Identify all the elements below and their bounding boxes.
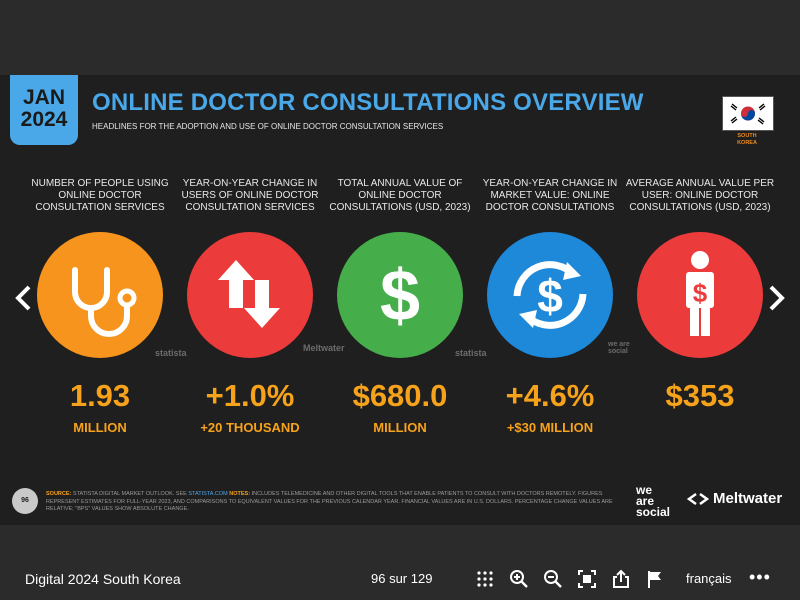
slide-title: ONLINE DOCTOR CONSULTATIONS OVERVIEW [92, 89, 644, 116]
statista-mark: statista [455, 348, 487, 358]
wearesocial-logo: we are social [636, 483, 671, 519]
share-icon[interactable] [611, 569, 631, 589]
metric-label-arpu: AVERAGE ANNUAL VALUE PER USER: ONLINE DO… [625, 178, 775, 213]
metric-label-users-change: YEAR-ON-YEAR CHANGE IN USERS OF ONLINE D… [181, 178, 319, 213]
document-title: Digital 2024 South Korea [25, 571, 181, 587]
metric-label-users: NUMBER OF PEOPLE USING ONLINE DOCTOR CON… [31, 178, 169, 213]
viewer-toolbar: Digital 2024 South Korea 96 sur 129 fran… [0, 558, 800, 600]
date-month: JAN [22, 86, 65, 109]
metric-sub: +20 THOUSAND [200, 420, 300, 435]
metric-sub: +$30 MILLION [506, 420, 594, 435]
page-indicator: 96 sur 129 [371, 571, 433, 586]
grid-icon[interactable] [475, 569, 495, 589]
up-down-arrows-icon [187, 232, 313, 358]
metric-value: +4.6% [505, 378, 595, 413]
language-selector[interactable]: français [686, 571, 732, 586]
dollar-exchange-icon: $ [487, 232, 613, 358]
page-number-badge: 96 [12, 488, 38, 514]
fullscreen-icon[interactable] [577, 569, 597, 589]
date-badge: JAN 2024 [10, 75, 78, 145]
flag-label: SOUTH KOREA [737, 133, 757, 146]
stethoscope-icon [37, 232, 163, 358]
zoom-out-icon[interactable] [543, 569, 563, 589]
statista-mark: statista [155, 348, 187, 358]
south-korea-flag-icon [722, 96, 774, 131]
footnote: SOURCE: STATISTA DIGITAL MARKET OUTLOOK.… [46, 491, 613, 512]
next-slide-chevron-icon[interactable] [766, 283, 788, 319]
date-year: 2024 [20, 108, 68, 131]
statista-link[interactable]: STATISTA.COM [188, 491, 227, 497]
more-options-icon[interactable]: ••• [749, 567, 771, 588]
meltwater-mark: Meltwater [303, 343, 345, 353]
flag-icon[interactable] [645, 569, 665, 589]
metric-value: $353 [665, 378, 735, 413]
person-dollar-icon: $ [637, 232, 763, 358]
metric-label-value-change: YEAR-ON-YEAR CHANGE IN MARKET VALUE: ONL… [482, 178, 618, 213]
svg-text:$: $ [537, 270, 563, 322]
wearesocial-mark: we are social [608, 341, 630, 355]
slide: JAN 2024 ONLINE DOCTOR CONSULTATIONS OVE… [0, 75, 800, 525]
metric-label-total-value: TOTAL ANNUAL VALUE OF ONLINE DOCTOR CONS… [329, 178, 471, 213]
meltwater-logo: Meltwater [686, 490, 782, 507]
metric-value: +1.0% [205, 378, 295, 413]
prev-slide-chevron-icon[interactable] [12, 283, 34, 319]
dollar-icon: $ [337, 232, 463, 358]
metric-sub: MILLION [373, 420, 427, 435]
metric-value: $680.0 [352, 378, 448, 413]
svg-text:$: $ [380, 256, 420, 336]
meltwater-logo-icon [686, 492, 710, 505]
slide-subtitle: HEADLINES FOR THE ADOPTION AND USE OF ON… [92, 122, 444, 131]
zoom-in-icon[interactable] [509, 569, 529, 589]
metric-sub: MILLION [73, 420, 127, 435]
metric-value: 1.93 [69, 378, 131, 413]
svg-text:$: $ [693, 278, 708, 308]
